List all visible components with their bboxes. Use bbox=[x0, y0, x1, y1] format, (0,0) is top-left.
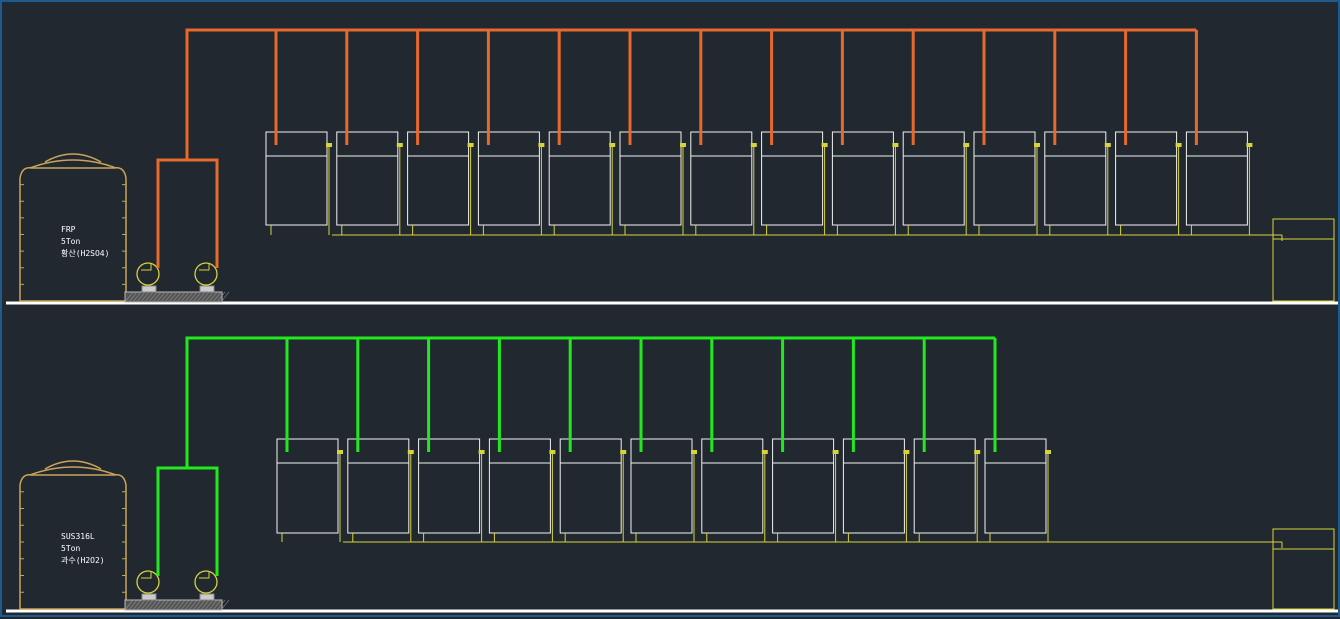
tank-label-line-0: FRP bbox=[61, 225, 76, 234]
process-unit bbox=[265, 30, 332, 235]
process-unit bbox=[1185, 30, 1253, 235]
tank-label-line-1: 5Ton bbox=[61, 237, 80, 246]
pump-icon bbox=[136, 570, 160, 601]
pump-icon bbox=[194, 570, 218, 601]
process-unit bbox=[347, 338, 414, 542]
storage-tank-icon: SUS316L 5Ton 과수(H2O2) bbox=[19, 460, 127, 610]
process-unit bbox=[630, 338, 697, 542]
piping-diagram: FRP 5Ton 황산(H2SO4) SUS316L 5Ton 과수(H2O2) bbox=[6, 28, 1338, 613]
pump-icon bbox=[136, 262, 160, 293]
pump-discharge-pipe bbox=[156, 158, 219, 268]
process-unit bbox=[701, 338, 768, 542]
process-unit bbox=[913, 338, 981, 542]
process-unit bbox=[488, 338, 556, 542]
main-manifold-pipe bbox=[185, 336, 994, 468]
system-upper: FRP 5Ton 황산(H2SO4) bbox=[6, 28, 1338, 305]
system-lower: SUS316L 5Ton 과수(H2O2) bbox=[6, 336, 1338, 613]
drain-tank-icon bbox=[1272, 218, 1335, 302]
process-unit bbox=[831, 30, 899, 235]
process-unit bbox=[984, 338, 1051, 542]
process-unit bbox=[690, 30, 757, 235]
tank-label-line-0: SUS316L bbox=[61, 532, 95, 541]
process-unit bbox=[418, 338, 485, 542]
tank-label-line-2: 과수(H2O2) bbox=[61, 556, 105, 565]
tank-label-line-1: 5Ton bbox=[61, 544, 80, 553]
process-unit bbox=[1115, 30, 1182, 235]
process-unit bbox=[772, 338, 839, 542]
process-unit bbox=[548, 30, 616, 235]
process-unit bbox=[276, 338, 343, 542]
tank-label-line-2: 황산(H2SO4) bbox=[61, 248, 109, 258]
process-unit bbox=[336, 30, 403, 235]
drain-tank-icon bbox=[1272, 528, 1335, 610]
cad-drawing-canvas: FRP 5Ton 황산(H2SO4) SUS316L 5Ton 과수(H2O2) bbox=[0, 0, 1340, 617]
process-unit bbox=[973, 30, 1040, 235]
process-unit bbox=[1044, 30, 1111, 235]
storage-tank-icon: FRP 5Ton 황산(H2SO4) bbox=[19, 153, 127, 302]
process-unit bbox=[407, 30, 474, 235]
pump-discharge-pipe bbox=[156, 466, 219, 576]
process-unit bbox=[559, 338, 627, 542]
pump-icon bbox=[194, 262, 218, 293]
process-unit bbox=[619, 30, 686, 235]
process-unit bbox=[477, 30, 545, 235]
process-unit bbox=[842, 338, 910, 542]
process-unit bbox=[902, 30, 970, 235]
process-unit bbox=[761, 30, 828, 235]
